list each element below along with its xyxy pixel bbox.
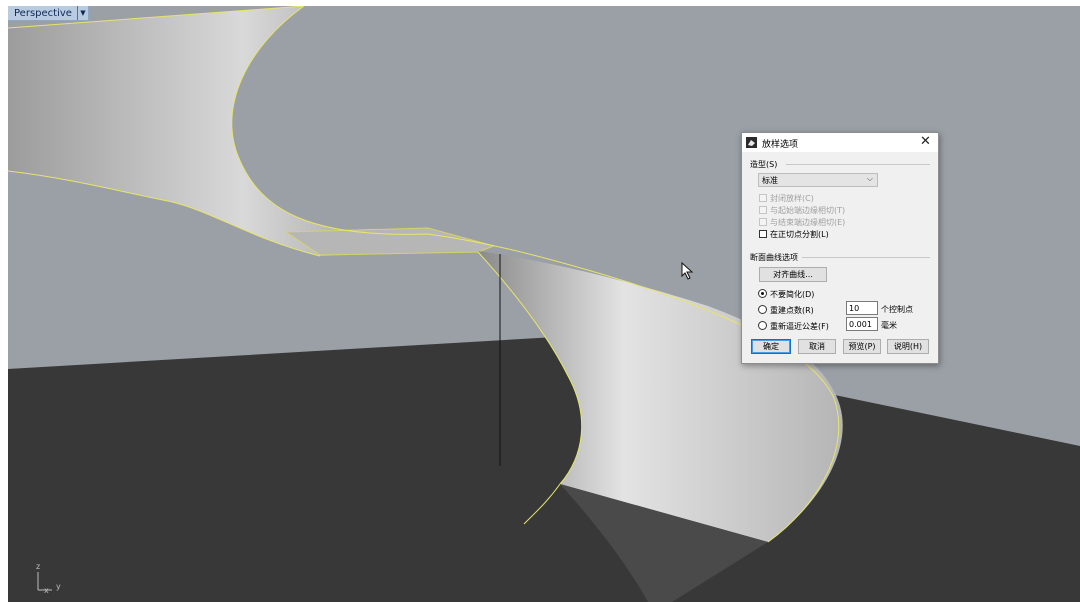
surface-band xyxy=(284,227,496,256)
chevron-down-icon[interactable]: ▼ xyxy=(76,6,88,20)
control-points-unit: 个控制点 xyxy=(881,305,913,314)
axis-y-label: y xyxy=(56,582,61,591)
ok-button[interactable]: 确定 xyxy=(751,339,791,354)
match-start-tangent-checkbox[interactable] xyxy=(759,206,767,214)
refit-tolerance-input[interactable]: 0.001 xyxy=(846,317,878,331)
divider xyxy=(802,257,930,258)
viewport-label: Perspective xyxy=(14,7,72,19)
preview-button[interactable]: 预览(P) xyxy=(843,339,881,354)
surface-upper xyxy=(8,6,478,256)
match-start-tangent-label: 与起始端边缘相切(T) xyxy=(770,206,846,215)
close-icon[interactable]: ✕ xyxy=(920,134,931,149)
ground-plane xyxy=(8,337,1080,602)
axis-x-label: x xyxy=(44,586,49,595)
do-not-simplify-label: 不要简化(D) xyxy=(770,290,815,299)
rebuild-points-label: 重建点数(R) xyxy=(770,306,814,315)
split-at-tangents-label: 在正切点分割(L) xyxy=(770,230,829,239)
closed-loft-label: 封闭放样(C) xyxy=(770,194,814,203)
dialog-title: 放样选项 xyxy=(762,140,799,150)
axes-indicator: z x y xyxy=(34,562,74,598)
cancel-button[interactable]: 取消 xyxy=(798,339,836,354)
align-curves-button[interactable]: 对齐曲线... xyxy=(759,267,827,282)
mouse-cursor-icon xyxy=(681,262,694,280)
match-end-tangent-checkbox[interactable] xyxy=(759,218,767,226)
loft-options-dialog[interactable]: 放样选项 ✕ 造型(S) 标准 ⌵ 封闭放样(C) 与起始端边缘相切(T) 与结… xyxy=(741,132,939,364)
cross-section-section-label: 断面曲线选项 xyxy=(750,253,798,262)
help-button[interactable]: 说明(H) xyxy=(887,339,929,354)
rhino-app-icon xyxy=(746,137,757,148)
axis-z-label: z xyxy=(36,562,41,571)
style-section-label: 造型(S) xyxy=(750,160,778,169)
dialog-title-bar[interactable]: 放样选项 ✕ xyxy=(742,133,938,152)
style-dropdown-value: 标准 xyxy=(762,176,778,185)
refit-tolerance-label: 重新逼近公差(F) xyxy=(770,322,829,331)
rebuild-points-input[interactable]: 10 xyxy=(846,301,878,315)
closed-loft-checkbox[interactable] xyxy=(759,194,767,202)
divider xyxy=(786,164,930,165)
rebuild-points-radio[interactable] xyxy=(758,305,767,314)
split-at-tangents-checkbox[interactable] xyxy=(759,230,767,238)
viewport-title-tab[interactable]: Perspective ▼ xyxy=(8,6,89,21)
style-dropdown[interactable]: 标准 ⌵ xyxy=(758,173,878,187)
refit-tolerance-radio[interactable] xyxy=(758,321,767,330)
do-not-simplify-radio[interactable] xyxy=(758,289,767,298)
millimeter-unit: 毫米 xyxy=(881,321,897,330)
chevron-down-icon: ⌵ xyxy=(866,174,873,183)
match-end-tangent-label: 与结束端边缘相切(E) xyxy=(770,218,846,227)
